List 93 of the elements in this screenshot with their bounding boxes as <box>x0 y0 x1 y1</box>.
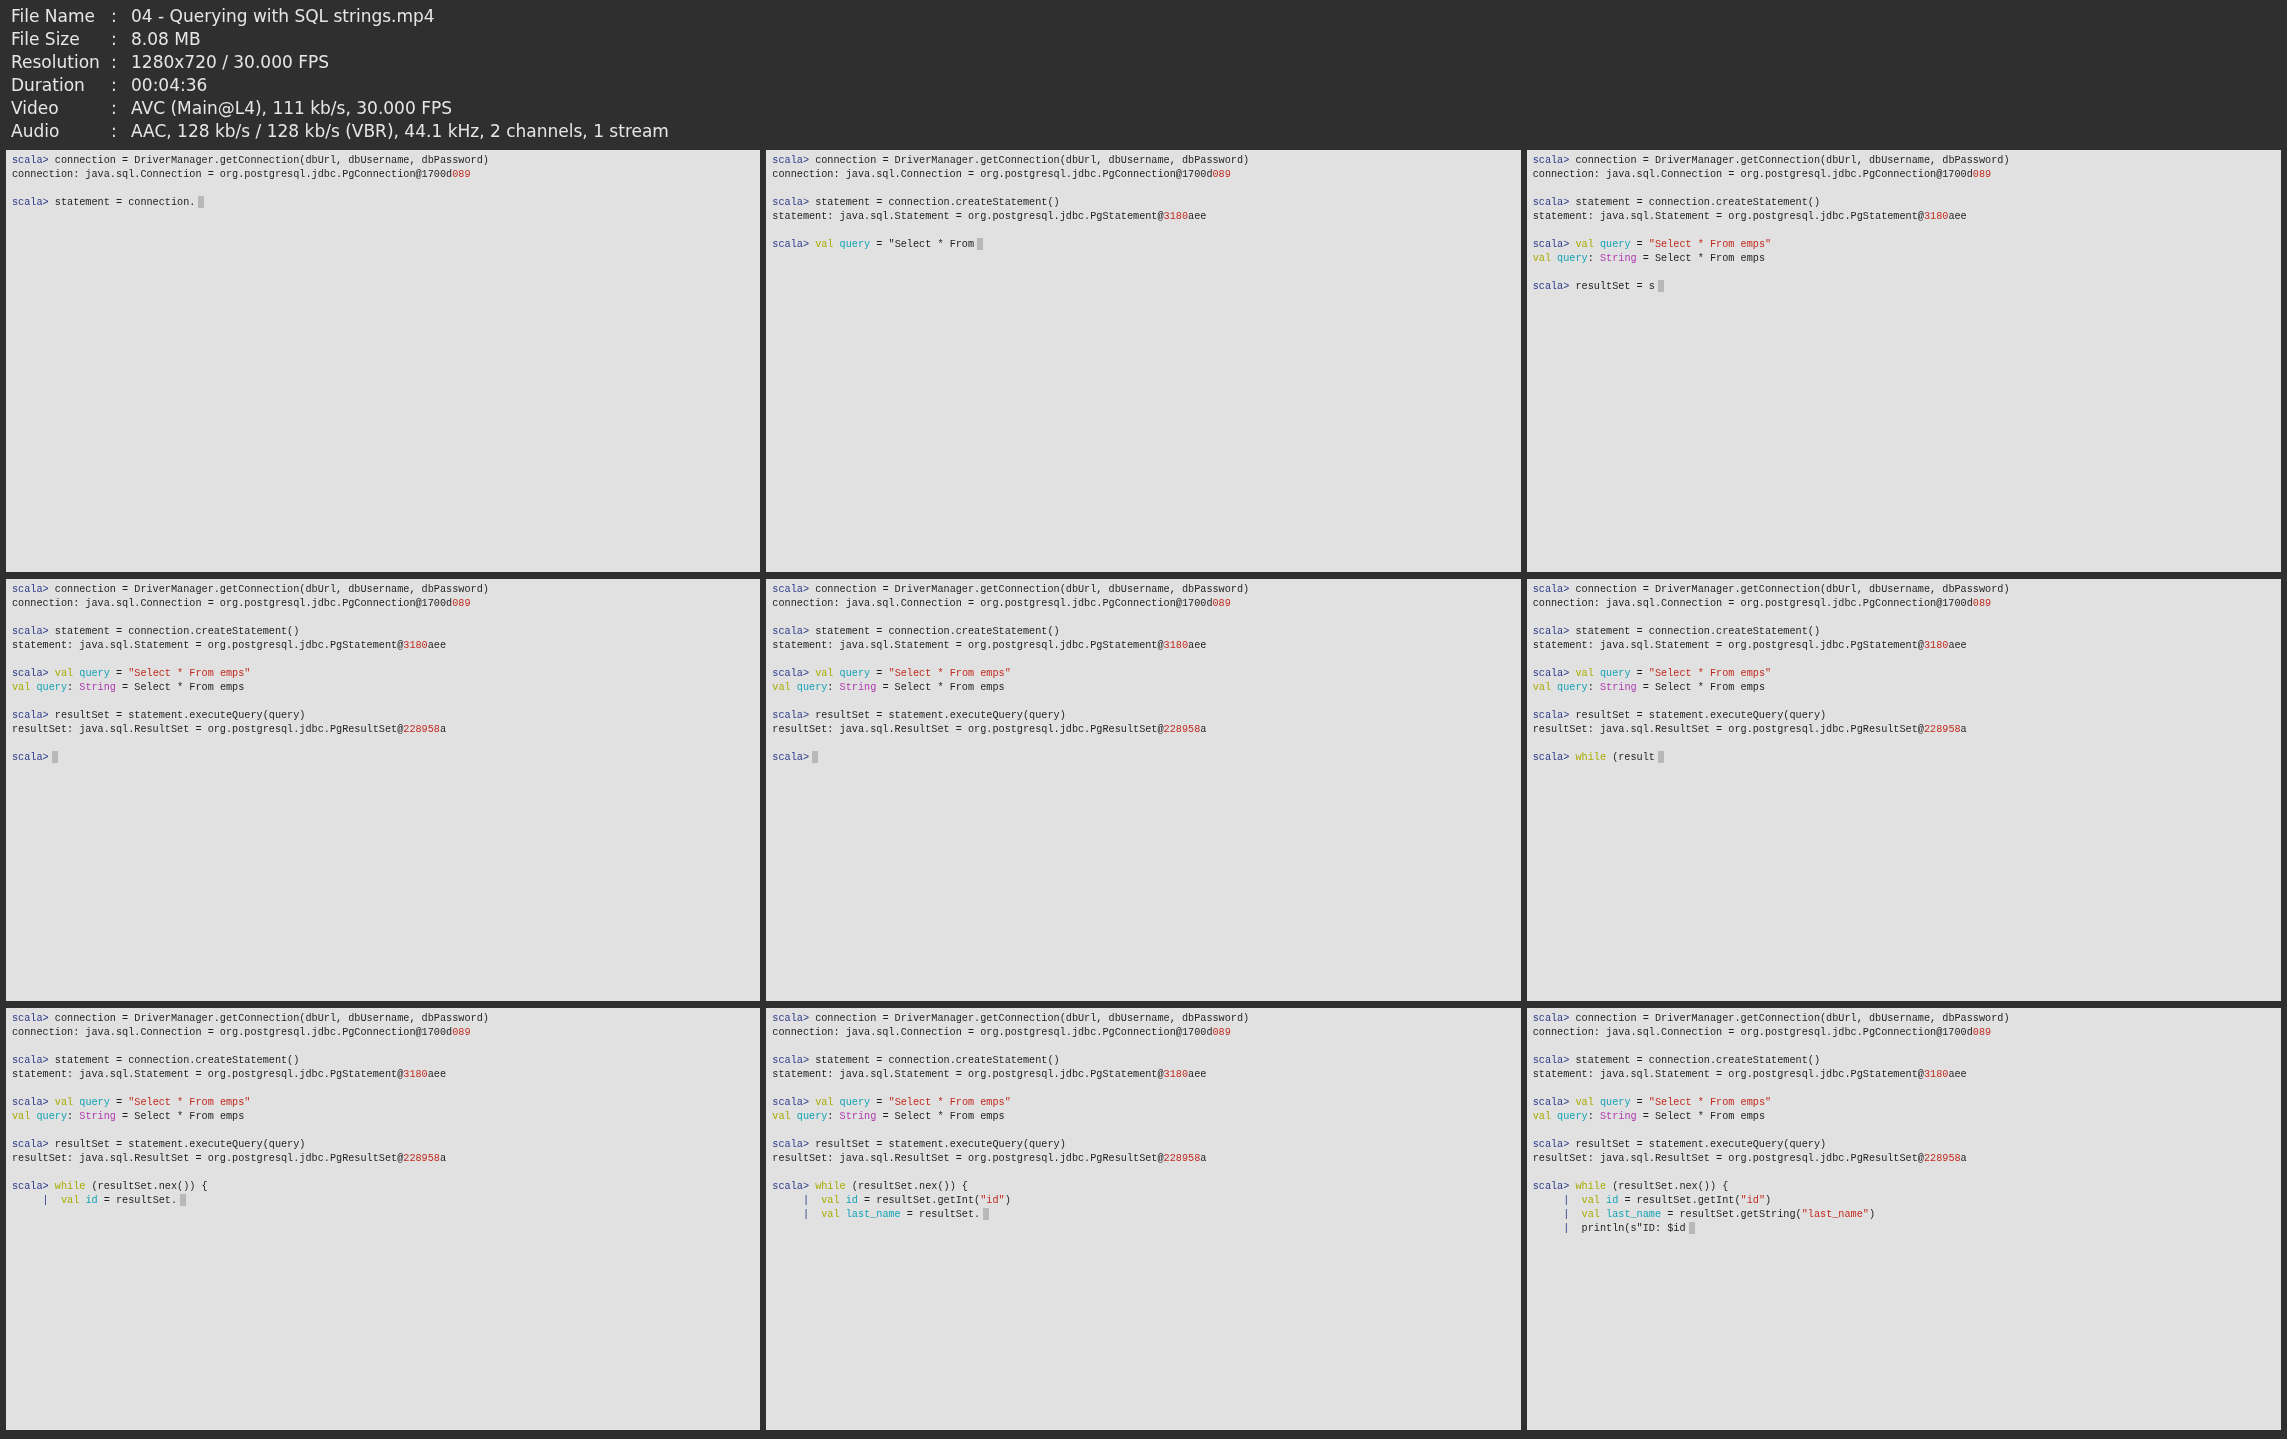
code-line: scala> statement = connection.createStatement() <box>1532 196 1820 208</box>
info-separator: : <box>111 28 118 51</box>
code-line: resultSet: java.sql.ResultSet = org.postgresql.jdbc.PgResultSet@228958a <box>1532 723 1967 735</box>
code-line: scala> connection = DriverManager.getConnection(dbUrl, dbUsername, dbPassword) <box>12 154 489 166</box>
code-line: scala> statement = connection.createStatement() <box>12 625 300 637</box>
code-line: connection: java.sql.Connection = org.postgresql.jdbc.PgConnection@1700d089 <box>12 168 471 180</box>
code-line: scala> statement = connection.createStatement() <box>772 1054 1060 1066</box>
code-line: scala> <box>12 751 49 763</box>
code-line: val query: String = Select * From emps <box>12 1110 245 1122</box>
code-line: statement: java.sql.Statement = org.postgresql.jdbc.PgStatement@3180aee <box>12 1068 447 1080</box>
code-line: scala> while (resultSet.nex()) { <box>1532 1180 1729 1192</box>
code-line: | val id = resultSet.getInt("id") <box>801 1194 1011 1206</box>
code-line: val query: String = Select * From emps <box>12 681 245 693</box>
code-line: scala> statement = connection.createStatement() <box>1532 625 1820 637</box>
code-line: resultSet: java.sql.ResultSet = org.postgresql.jdbc.PgResultSet@228958a <box>772 1152 1207 1164</box>
code-line: val query: String = Select * From emps <box>772 1110 1005 1122</box>
info-separator: : <box>111 97 118 120</box>
code-line: | println(s"ID: $id <box>1562 1222 1686 1234</box>
code-line: | val last_name = resultSet. <box>801 1208 981 1220</box>
code-line: scala> connection = DriverManager.getConnection(dbUrl, dbUsername, dbPassword) <box>1532 154 2010 166</box>
code-line: scala> resultSet = s <box>1532 280 1655 292</box>
info-value: AAC, 128 kb/s / 128 kb/s (VBR), 44.1 kHz, 2 channels, 1 stream <box>131 120 669 143</box>
code-line: statement: java.sql.Statement = org.postgresql.jdbc.PgStatement@3180aee <box>772 639 1207 651</box>
code-line: connection: java.sql.Connection = org.postgresql.jdbc.PgConnection@1700d089 <box>1532 1026 1992 1038</box>
code-line: val query: String = Select * From emps <box>1532 1110 1765 1122</box>
info-label: File Name <box>11 5 96 28</box>
code-line: scala> connection = DriverManager.getConnection(dbUrl, dbUsername, dbPassword) <box>772 154 1250 166</box>
code-line: | val id = resultSet. <box>41 1194 178 1206</box>
code-line: statement: java.sql.Statement = org.postgresql.jdbc.PgStatement@3180aee <box>1532 210 1967 222</box>
code-line: statement: java.sql.Statement = org.postgresql.jdbc.PgStatement@3180aee <box>1532 639 1967 651</box>
info-separator: : <box>111 120 118 143</box>
code-line: val query: String = Select * From emps <box>1532 681 1765 693</box>
code-line: connection: java.sql.Connection = org.postgresql.jdbc.PgConnection@1700d089 <box>1532 168 1992 180</box>
code-line: scala> val query = "Select * From emps" <box>1532 1096 1772 1108</box>
code-line: scala> resultSet = statement.executeQuery(query) <box>1532 1138 1827 1150</box>
code-line: statement: java.sql.Statement = org.postgresql.jdbc.PgStatement@3180aee <box>12 639 447 651</box>
code-line: scala> statement = connection.createStatement() <box>772 625 1060 637</box>
code-line: scala> <box>772 751 809 763</box>
code-line: connection: java.sql.Connection = org.postgresql.jdbc.PgConnection@1700d089 <box>772 597 1231 609</box>
code-line: resultSet: java.sql.ResultSet = org.postgresql.jdbc.PgResultSet@228958a <box>772 723 1207 735</box>
code-line: connection: java.sql.Connection = org.postgresql.jdbc.PgConnection@1700d089 <box>12 1026 471 1038</box>
code-line: resultSet: java.sql.ResultSet = org.postgresql.jdbc.PgResultSet@228958a <box>12 1152 447 1164</box>
code-line: scala> resultSet = statement.executeQuery(query) <box>1532 709 1827 721</box>
code-line: scala> while (resultSet.nex()) { <box>772 1180 968 1192</box>
code-line: statement: java.sql.Statement = org.postgresql.jdbc.PgStatement@3180aee <box>772 210 1207 222</box>
code-line: scala> statement = connection.createStatement() <box>772 196 1060 208</box>
code-line: scala> while (result <box>1532 751 1655 763</box>
code-line: scala> val query = "Select * From emps" <box>12 1096 251 1108</box>
code-line: resultSet: java.sql.ResultSet = org.postgresql.jdbc.PgResultSet@228958a <box>12 723 447 735</box>
code-line: connection: java.sql.Connection = org.postgresql.jdbc.PgConnection@1700d089 <box>12 597 471 609</box>
info-label: Audio <box>11 120 61 143</box>
code-line: scala> while (resultSet.nex()) { <box>12 1180 208 1192</box>
info-label: Video <box>11 97 60 120</box>
code-line: scala> resultSet = statement.executeQuery(query) <box>772 1138 1066 1150</box>
code-line: resultSet: java.sql.ResultSet = org.postgresql.jdbc.PgResultSet@228958a <box>1532 1152 1967 1164</box>
info-label: File Size <box>11 28 81 51</box>
info-value: AVC (Main@L4), 111 kb/s, 30.000 FPS <box>131 97 452 120</box>
code-line: scala> connection = DriverManager.getConnection(dbUrl, dbUsername, dbPassword) <box>1532 1012 2010 1024</box>
info-value: 1280x720 / 30.000 FPS <box>131 51 329 74</box>
code-line: | val last_name = resultSet.getString("last_name") <box>1562 1208 1876 1220</box>
code-line: scala> val query = "Select * From emps" <box>1532 238 1772 250</box>
info-separator: : <box>111 5 118 28</box>
info-separator: : <box>111 51 118 74</box>
code-line: scala> statement = connection.createStatement() <box>1532 1054 1820 1066</box>
code-line: connection: java.sql.Connection = org.postgresql.jdbc.PgConnection@1700d089 <box>1532 597 1992 609</box>
info-separator: : <box>111 74 118 97</box>
code-line: val query: String = Select * From emps <box>772 681 1005 693</box>
code-line: | val id = resultSet.getInt("id") <box>1562 1194 1772 1206</box>
code-line: scala> val query = "Select * From emps" <box>772 667 1011 679</box>
code-line: scala> connection = DriverManager.getConnection(dbUrl, dbUsername, dbPassword) <box>772 583 1250 595</box>
code-line: scala> val query = "Select * From emps" <box>1532 667 1772 679</box>
info-value: 04 - Querying with SQL strings.mp4 <box>131 5 435 28</box>
info-label: Resolution <box>11 51 101 74</box>
info-label: Duration <box>11 74 86 97</box>
code-line: scala> connection = DriverManager.getConnection(dbUrl, dbUsername, dbPassword) <box>12 583 489 595</box>
code-line: scala> connection = DriverManager.getConnection(dbUrl, dbUsername, dbPassword) <box>1532 583 2010 595</box>
code-line: scala> statement = connection. <box>12 196 196 208</box>
code-line: scala> val query = "Select * From <box>772 238 975 250</box>
code-line: connection: java.sql.Connection = org.postgresql.jdbc.PgConnection@1700d089 <box>772 1026 1231 1038</box>
code-line: statement: java.sql.Statement = org.postgresql.jdbc.PgStatement@3180aee <box>1532 1068 1967 1080</box>
code-line: scala> val query = "Select * From emps" <box>12 667 251 679</box>
info-value: 8.08 MB <box>131 28 201 51</box>
info-value: 00:04:36 <box>131 74 208 97</box>
code-line: connection: java.sql.Connection = org.postgresql.jdbc.PgConnection@1700d089 <box>772 168 1231 180</box>
code-line: scala> resultSet = statement.executeQuery(query) <box>772 709 1066 721</box>
code-line: scala> val query = "Select * From emps" <box>772 1096 1011 1108</box>
code-line: scala> resultSet = statement.executeQuery(query) <box>12 1138 306 1150</box>
code-line: val query: String = Select * From emps <box>1532 252 1765 264</box>
code-line: scala> resultSet = statement.executeQuery(query) <box>12 709 306 721</box>
code-line: statement: java.sql.Statement = org.postgresql.jdbc.PgStatement@3180aee <box>772 1068 1207 1080</box>
code-line: scala> statement = connection.createStatement() <box>12 1054 300 1066</box>
code-line: scala> connection = DriverManager.getConnection(dbUrl, dbUsername, dbPassword) <box>12 1012 489 1024</box>
code-line: scala> connection = DriverManager.getConnection(dbUrl, dbUsername, dbPassword) <box>772 1012 1250 1024</box>
